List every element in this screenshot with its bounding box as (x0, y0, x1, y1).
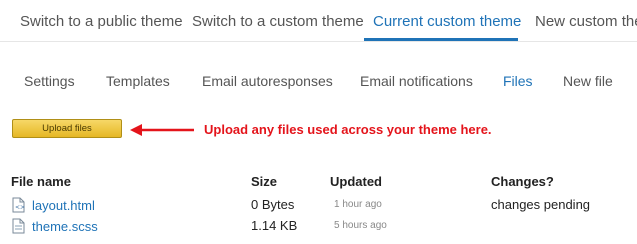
files-table: File name Size Updated Changes? <> layou… (0, 170, 637, 244)
table-row: <> layout.html 0 Bytes 1 hour ago change… (0, 197, 637, 217)
tab-switch-public-theme[interactable]: Switch to a public theme (20, 13, 183, 30)
file-link[interactable]: layout.html (32, 198, 95, 213)
subtab-settings[interactable]: Settings (24, 73, 75, 89)
theme-tabs: Switch to a public theme Switch to a cus… (0, 0, 637, 42)
header-updated: Updated (330, 174, 382, 189)
subtab-files[interactable]: Files (503, 73, 533, 89)
upload-annotation: Upload any files used across your theme … (204, 122, 492, 137)
header-file-name: File name (11, 174, 71, 189)
subtab-email-autoresponses[interactable]: Email autoresponses (202, 73, 333, 89)
svg-text:<>: <> (15, 204, 25, 211)
tab-current-custom-theme[interactable]: Current custom theme (373, 13, 521, 30)
file-size: 0 Bytes (251, 197, 295, 212)
left-arrow-icon (130, 124, 194, 136)
subtab-email-notifications[interactable]: Email notifications (360, 73, 473, 89)
file-changes: changes pending (491, 197, 591, 212)
file-size: 1.14 KB (251, 218, 298, 233)
upload-files-button[interactable]: Upload files (12, 119, 122, 138)
file-link[interactable]: theme.scss (32, 219, 98, 234)
file-icon: <> (12, 197, 25, 213)
tab-switch-custom-theme[interactable]: Switch to a custom theme (192, 13, 364, 30)
table-row: theme.scss 1.14 KB 5 hours ago (0, 218, 637, 238)
tab-new-custom-theme[interactable]: New custom ther (535, 13, 637, 30)
active-tab-indicator (364, 38, 518, 41)
header-size: Size (251, 174, 278, 189)
header-changes: Changes? (491, 174, 554, 189)
subtab-templates[interactable]: Templates (106, 73, 170, 89)
file-updated: 5 hours ago (334, 220, 387, 231)
file-icon (12, 218, 25, 234)
subtab-new-file[interactable]: New file (563, 73, 613, 89)
file-updated: 1 hour ago (334, 199, 382, 210)
theme-sub-tabs: Settings Templates Email autoresponses E… (0, 58, 637, 104)
